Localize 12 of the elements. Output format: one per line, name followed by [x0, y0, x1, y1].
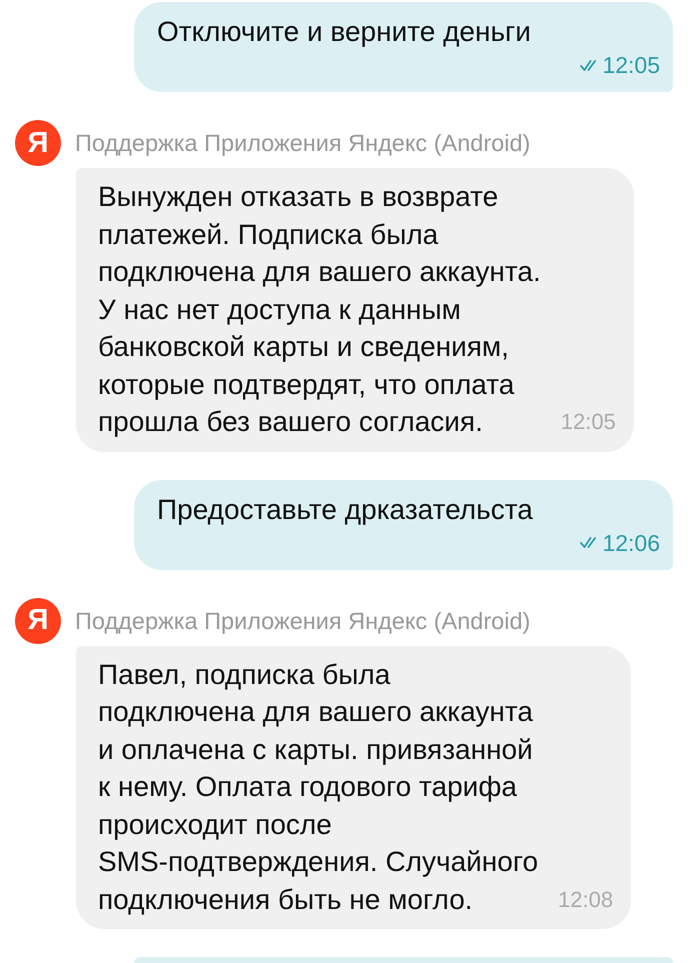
logo-avatar: Я	[15, 598, 61, 644]
sender-name: Поддержка Приложения Яндекс (Android)	[75, 606, 530, 634]
message-text: Вынужден отказать в возврате платежей. Подписка была подключена для вашего аккаунта. У нас нет доступа к данным банковской карты и сведениям, которые подтвердят, что оплата прошла без вашего согласия.	[98, 180, 541, 439]
message-time: 12:05	[560, 408, 616, 436]
message-time: 12:05	[602, 51, 660, 79]
sender-name: Поддержка Приложения Яндекс (Android)	[75, 129, 530, 157]
message-time: 12:06	[602, 528, 660, 556]
logo-avatar: Я	[15, 120, 61, 166]
message-text: Предоставьте дрказательста	[157, 492, 534, 527]
message-time: 12:08	[558, 886, 614, 914]
message-text: Павел, подписка была подключена для вашего аккаунта и оплачена с карты. привязанной к нему. Оплата годового тарифа происходит после SMS-подтверждения. Случайного подключения быть не могло.	[98, 658, 538, 917]
message-text: Отключите и верните деньги	[157, 15, 532, 49]
